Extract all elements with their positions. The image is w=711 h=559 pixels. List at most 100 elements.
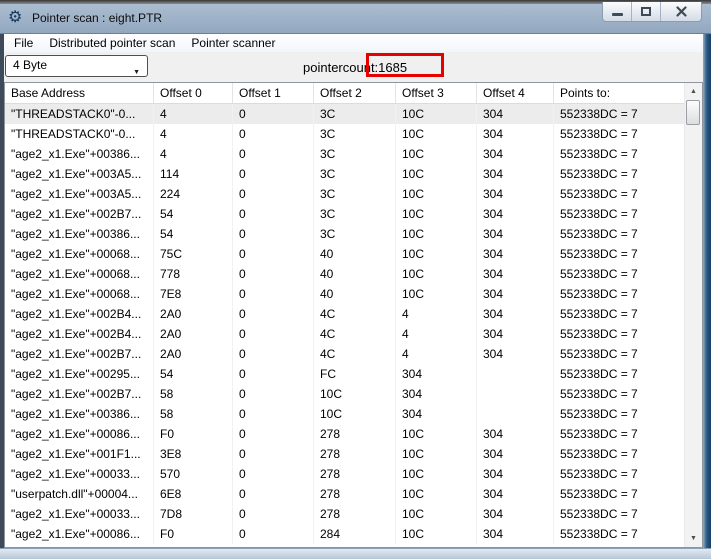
table-cell: 0: [233, 284, 314, 304]
table-cell: "age2_x1.Exe"+002B7...: [5, 344, 154, 364]
table-cell: 3E8: [154, 444, 233, 464]
table-row[interactable]: "userpatch.dll"+00004...6E8027810C304552…: [5, 484, 685, 504]
menu-item-distributed-pointer-scan[interactable]: Distributed pointer scan: [41, 34, 183, 52]
table-row[interactable]: "age2_x1.Exe"+003A5...22403C10C304552338…: [5, 184, 685, 204]
scrollbar-thumb[interactable]: [686, 100, 700, 125]
scroll-down-icon: ▼: [690, 535, 697, 542]
pointer-scan-window: ⚙ Pointer scan : eight.PTR File Distribu…: [0, 0, 711, 559]
table-row[interactable]: "age2_x1.Exe"+00033...7D8027810C30455233…: [5, 504, 685, 524]
value-type-select[interactable]: 4 Byte ▼: [5, 55, 148, 77]
maximize-icon: [641, 7, 651, 16]
table-cell: F0: [154, 424, 233, 444]
table-cell: 552338DC = 7: [554, 444, 685, 464]
window-frame-right: [703, 34, 711, 548]
table-row[interactable]: "THREADSTACK0"-0...403C10C304552338DC = …: [5, 124, 685, 144]
table-cell: 304: [396, 364, 477, 384]
table-row[interactable]: "age2_x1.Exe"+002B7...58010C304552338DC …: [5, 384, 685, 404]
results-listview: Base Address Offset 0 Offset 1 Offset 2 …: [4, 82, 703, 548]
maximize-button[interactable]: [632, 2, 661, 21]
table-cell: 304: [477, 304, 554, 324]
column-header-offset-2[interactable]: Offset 2: [314, 83, 396, 103]
table-row[interactable]: "age2_x1.Exe"+00086...F0028410C304552338…: [5, 524, 685, 544]
table-cell: 552338DC = 7: [554, 124, 685, 144]
table-row[interactable]: "age2_x1.Exe"+00068...77804010C304552338…: [5, 264, 685, 284]
table-row[interactable]: "age2_x1.Exe"+00068...75C04010C304552338…: [5, 244, 685, 264]
column-header-offset-1[interactable]: Offset 1: [233, 83, 314, 103]
annotation-highlight-rect: [366, 53, 444, 77]
scrollbar-down-button[interactable]: ▼: [685, 530, 702, 546]
table-cell: 2A0: [154, 324, 233, 344]
scrollbar-up-button[interactable]: ▲: [685, 83, 702, 99]
window-controls: [602, 2, 702, 22]
close-button[interactable]: [661, 2, 701, 21]
table-cell: 0: [233, 124, 314, 144]
table-cell: 0: [233, 524, 314, 544]
column-header-offset-3[interactable]: Offset 3: [396, 83, 477, 103]
menu-item-pointer-scanner[interactable]: Pointer scanner: [183, 34, 283, 52]
table-cell: 304: [477, 524, 554, 544]
vertical-scrollbar[interactable]: ▲ ▼: [684, 83, 702, 547]
table-cell: 304: [477, 104, 554, 124]
minimize-button[interactable]: [603, 2, 632, 21]
table-cell: 10C: [314, 384, 396, 404]
table-cell: 552338DC = 7: [554, 344, 685, 364]
table-cell: "age2_x1.Exe"+00295...: [5, 364, 154, 384]
table-cell: "age2_x1.Exe"+003A5...: [5, 184, 154, 204]
table-row[interactable]: "age2_x1.Exe"+00033...570027810C30455233…: [5, 464, 685, 484]
table-row[interactable]: "age2_x1.Exe"+003A5...11403C10C304552338…: [5, 164, 685, 184]
table-cell: 4: [396, 324, 477, 344]
table-cell: 0: [233, 164, 314, 184]
table-row[interactable]: "age2_x1.Exe"+00295...540FC304552338DC =…: [5, 364, 685, 384]
table-body: "THREADSTACK0"-0...403C10C304552338DC = …: [5, 104, 685, 547]
table-cell: 552338DC = 7: [554, 164, 685, 184]
table-row[interactable]: "THREADSTACK0"-0...403C10C304552338DC = …: [5, 104, 685, 124]
table-cell: 4C: [314, 324, 396, 344]
table-row[interactable]: "age2_x1.Exe"+002B7...2A004C4304552338DC…: [5, 344, 685, 364]
table-cell: 0: [233, 464, 314, 484]
table-cell: "age2_x1.Exe"+002B4...: [5, 324, 154, 344]
table-row[interactable]: "age2_x1.Exe"+002B7...5403C10C304552338D…: [5, 204, 685, 224]
table-row[interactable]: "age2_x1.Exe"+00086...F0027810C304552338…: [5, 424, 685, 444]
column-header-offset-4[interactable]: Offset 4: [477, 83, 554, 103]
table-cell: 2A0: [154, 344, 233, 364]
table-cell: 58: [154, 404, 233, 424]
table-cell: 552338DC = 7: [554, 104, 685, 124]
column-header-offset-0[interactable]: Offset 0: [154, 83, 233, 103]
table-header: Base Address Offset 0 Offset 1 Offset 2 …: [5, 83, 685, 104]
table-cell: 552338DC = 7: [554, 324, 685, 344]
table-cell: 3C: [314, 124, 396, 144]
close-icon: [676, 6, 687, 17]
window-frame-bottom: [0, 548, 711, 559]
column-header-base-address[interactable]: Base Address: [5, 83, 154, 103]
table-cell: 552338DC = 7: [554, 524, 685, 544]
table-cell: 3C: [314, 104, 396, 124]
table-cell: 10C: [396, 284, 477, 304]
table-cell: 10C: [396, 244, 477, 264]
table-cell: 552338DC = 7: [554, 204, 685, 224]
table-cell: 10C: [396, 184, 477, 204]
table-row[interactable]: "age2_x1.Exe"+001F1...3E8027810C30455233…: [5, 444, 685, 464]
table-cell: 0: [233, 104, 314, 124]
table-row[interactable]: "age2_x1.Exe"+00386...5403C10C304552338D…: [5, 224, 685, 244]
table-cell: "age2_x1.Exe"+003A5...: [5, 164, 154, 184]
table-cell: 552338DC = 7: [554, 484, 685, 504]
table-cell: 304: [477, 444, 554, 464]
table-cell: 552338DC = 7: [554, 144, 685, 164]
table-cell: 0: [233, 344, 314, 364]
table-row[interactable]: "age2_x1.Exe"+00068...7E804010C304552338…: [5, 284, 685, 304]
column-header-points-to[interactable]: Points to:: [554, 83, 685, 103]
table-cell: 278: [314, 444, 396, 464]
table-cell: "age2_x1.Exe"+00086...: [5, 424, 154, 444]
table-row[interactable]: "age2_x1.Exe"+002B4...2A004C4304552338DC…: [5, 324, 685, 344]
table-row[interactable]: "age2_x1.Exe"+002B4...2A004C4304552338DC…: [5, 304, 685, 324]
table-cell: 0: [233, 384, 314, 404]
table-cell: 304: [477, 244, 554, 264]
table-cell: 10C: [396, 204, 477, 224]
table-cell: 570: [154, 464, 233, 484]
table-row[interactable]: "age2_x1.Exe"+00386...403C10C304552338DC…: [5, 144, 685, 164]
table-row[interactable]: "age2_x1.Exe"+00386...58010C304552338DC …: [5, 404, 685, 424]
menu-item-file[interactable]: File: [6, 34, 41, 52]
table-cell: 304: [477, 484, 554, 504]
table-cell: 54: [154, 224, 233, 244]
table-cell: 0: [233, 144, 314, 164]
